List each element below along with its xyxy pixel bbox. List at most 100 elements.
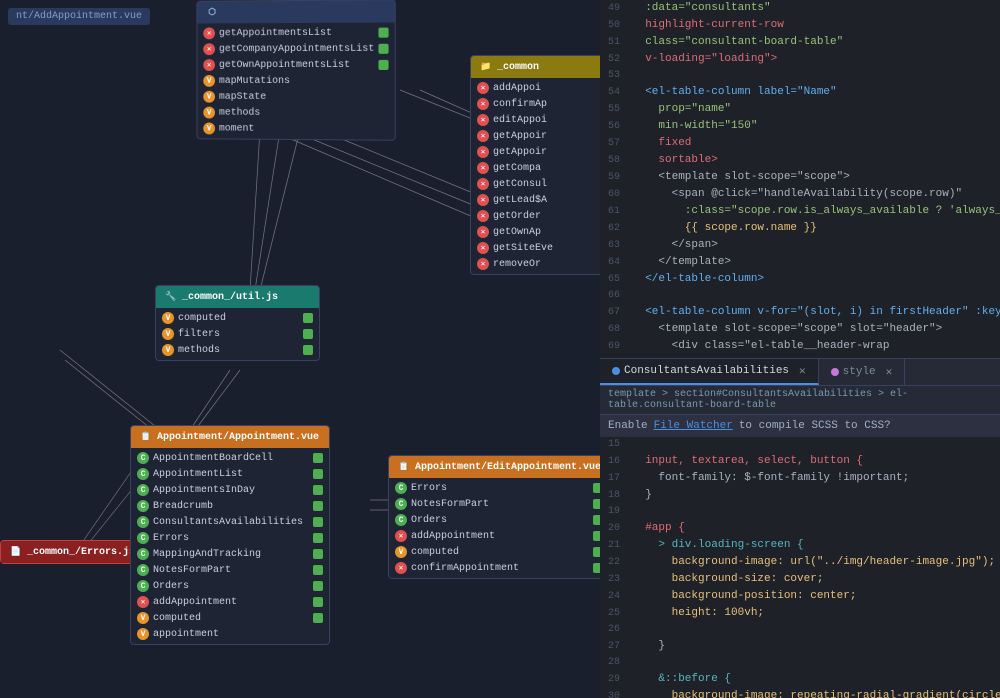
line-number: 57 [600,136,632,152]
line-content: :class="scope.row.is_always_available ? … [632,203,1000,219]
port [378,60,388,70]
tab-close-icon[interactable]: ✕ [799,364,806,378]
row-icon: V [203,91,215,103]
line-content: height: 100vh; [632,605,764,621]
row-label: getLead$A [493,195,547,206]
line-content: {{ scope.row.name }} [632,220,817,236]
row-label: getOrder [493,211,541,222]
tab-close-icon[interactable]: ✕ [886,365,893,379]
node-icon: 📋 [139,430,153,444]
row-icon: C [137,532,149,544]
row-label: addAppointment [153,597,237,608]
node-row: ✕addAppointment [131,594,329,610]
code-line: 50 highlight-current-row [600,17,1000,34]
top-center-node-header: ⬡ [197,0,394,23]
row-label: Orders [411,515,447,526]
line-number: 56 [600,119,632,135]
row-icon: ✕ [477,242,489,254]
code-line: 30 background-image: repeating-radial-gr… [600,688,1000,698]
line-content: background-image: url("../img/header-ima… [632,554,995,570]
code-line: 59 <template slot-scope="scope"> [600,169,1000,186]
node-row: ✕getCompanyAppointmentsList [197,41,394,57]
row-icon: V [203,107,215,119]
line-content: <template slot-scope="scope"> [632,169,850,185]
tab-dot [612,367,620,375]
row-icon: ✕ [477,98,489,110]
util-js-node-header: 🔧 _common_/util.js [156,286,319,308]
code-line: 62 {{ scope.row.name }} [600,220,1000,237]
code-line: 52 v-loading="loading"> [600,51,1000,68]
edit-appointment-vue-title: Appointment/EditAppointment.vue [415,462,601,473]
line-number: 26 [600,622,632,638]
node-row: ✕getAppointmentsList [197,25,394,42]
node-row: Vfilters [156,326,319,342]
util-js-node-body: Vcomputed Vfilters Vmethods [156,308,319,360]
node-row: VmapState [197,89,394,106]
code-line: 68 <template slot-scope="scope" slot="he… [600,321,1000,338]
line-number: 58 [600,153,632,169]
line-number: 15 [600,437,632,453]
common-node: 📁 _common ✕addAppoi ✕confirmAp ✕editAppo… [470,55,610,275]
line-number: 65 [600,272,632,288]
row-label: editAppoi [493,115,547,126]
row-icon: C [395,514,407,526]
editor-bottom-section: ConsultantsAvailabilities ✕ style ✕ temp… [600,358,1000,698]
code-line: 58 sortable> [600,152,1000,169]
row-label: appointment [153,629,219,640]
row-label: moment [219,123,254,134]
tab-style[interactable]: style ✕ [819,359,906,385]
row-icon: ✕ [477,226,489,238]
row-icon: ✕ [203,43,215,55]
line-content: background-position: center; [632,588,856,604]
row-icon: V [162,312,174,324]
port [313,469,323,479]
code-content-top: 49 :data="consultants" 50 highlight-curr… [600,0,1000,358]
line-number: 54 [600,85,632,101]
line-number: 67 [600,305,632,321]
row-label: getOwnAp [493,227,541,238]
file-watcher-link[interactable]: File Watcher [654,420,733,432]
line-number: 49 [600,1,632,17]
top-center-node: ⬡ ✕getAppointmentsList ✕getCompanyAppoin… [196,0,395,141]
line-number: 18 [600,488,632,504]
row-label: getOwnAppointmentsList [219,59,350,70]
row-label: ConsultantsAvailabilities [153,517,303,528]
breadcrumb-text: template > section#ConsultantsAvailabili… [608,389,908,411]
row-icon: V [203,75,215,87]
appointment-vue-node-body: CAppointmentBoardCell CAppointmentList C… [131,448,329,644]
node-row: C Orders [389,512,609,528]
row-label: getAppoir [493,147,547,158]
row-label: getConsul [493,179,547,190]
line-number: 53 [600,68,632,84]
node-row: CNotesFormPart [131,562,329,578]
row-icon: ✕ [477,130,489,142]
edit-appointment-vue-node: 📋 Appointment/EditAppointment.vue CError… [388,455,610,579]
line-number: 22 [600,555,632,571]
node-row: ✕getCompa [471,160,609,176]
code-line: 65 </el-table-column> [600,271,1000,288]
line-number: 25 [600,606,632,622]
util-js-node: 🔧 _common_/util.js Vcomputed Vfilters Vm… [155,285,320,361]
line-content: > div.loading-screen { [632,537,804,553]
line-content: fixed [632,135,691,151]
node-row: CBreadcrumb [131,498,329,514]
port [313,581,323,591]
code-line: 17 font-family: $-font-family !important… [600,470,1000,487]
row-label: methods [219,107,260,118]
line-content: background-image: repeating-radial-gradi… [632,688,1000,698]
node-row: CErrors [389,480,609,496]
line-number: 60 [600,187,632,203]
row-label: methods [178,345,220,356]
tab-consultants-availabilities[interactable]: ConsultantsAvailabilities ✕ [600,359,819,385]
node-row: ✕addAppoi [471,80,609,96]
row-icon: C [137,500,149,512]
node-row: ✕editAppoi [471,112,609,128]
port [378,28,388,38]
tab-label: style [843,366,876,378]
appointment-vue-title: Appointment/Appointment.vue [157,432,319,443]
row-icon: ✕ [203,59,215,71]
line-number: 17 [600,471,632,487]
code-line: 28 [600,655,1000,671]
row-icon: C [137,580,149,592]
node-row: CMappingAndTracking [131,546,329,562]
